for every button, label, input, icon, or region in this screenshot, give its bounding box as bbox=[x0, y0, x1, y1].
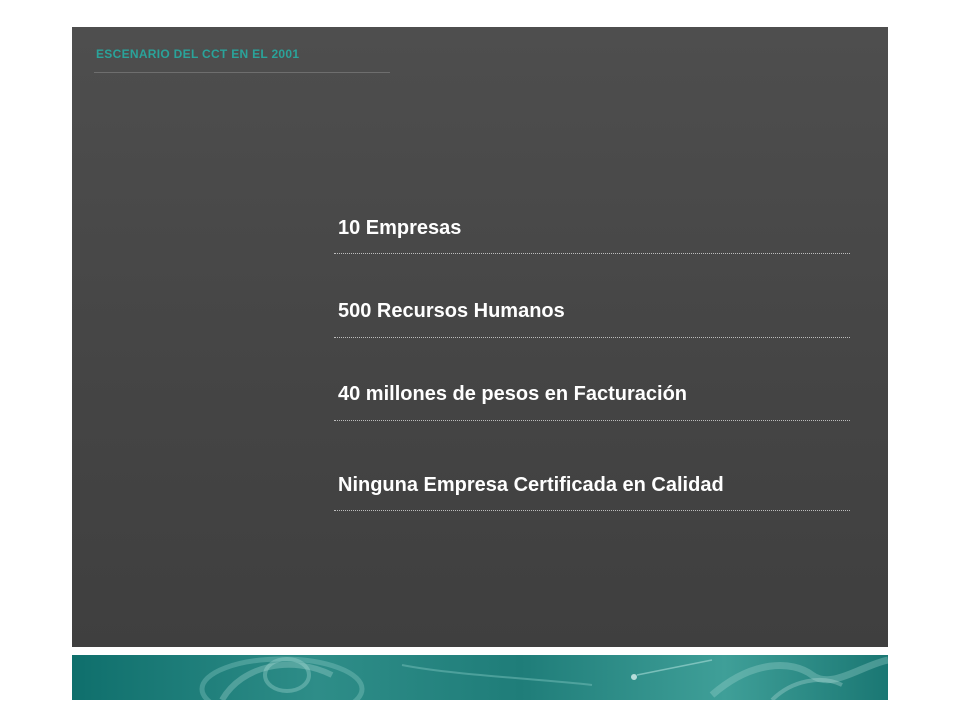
stat-certification: Ninguna Empresa Certificada en Calidad bbox=[338, 474, 724, 496]
footer-decoration-graphic bbox=[199, 656, 888, 700]
stat-divider bbox=[334, 420, 850, 421]
stat-divider bbox=[334, 510, 850, 511]
footer-decorative-band bbox=[72, 655, 888, 700]
section-title-underline bbox=[94, 72, 390, 73]
slide-panel: ESCENARIO DEL CCT EN EL 2001 10 Empresas… bbox=[72, 27, 888, 647]
section-title: ESCENARIO DEL CCT EN EL 2001 bbox=[96, 47, 300, 61]
stat-divider bbox=[334, 337, 850, 338]
stat-companies: 10 Empresas bbox=[338, 217, 462, 239]
stat-divider bbox=[334, 253, 850, 254]
stat-billing: 40 millones de pesos en Facturación bbox=[338, 383, 688, 405]
stat-human-resources: 500 Recursos Humanos bbox=[338, 300, 565, 322]
